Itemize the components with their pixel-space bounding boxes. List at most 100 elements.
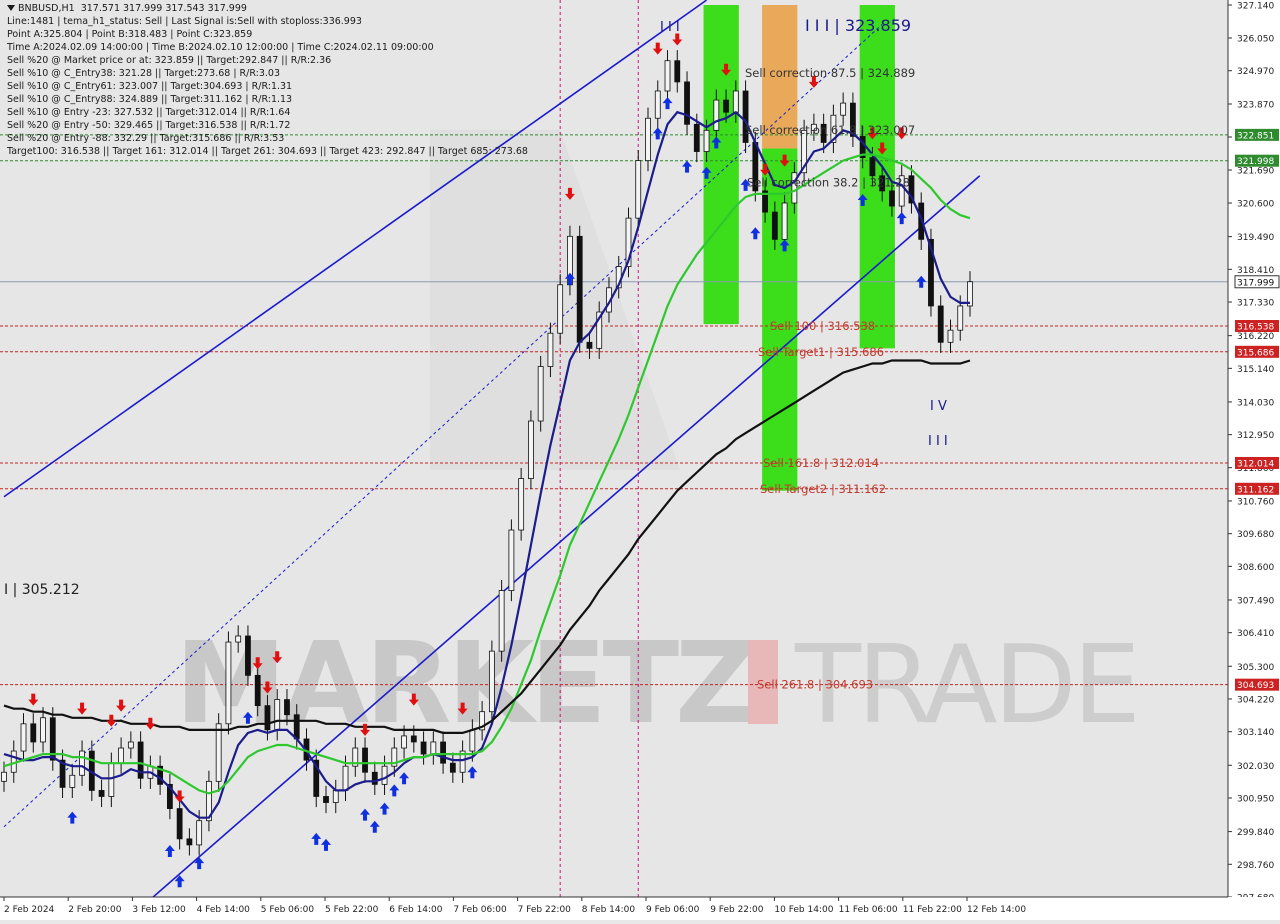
- info-line: Sell %10 @ C_Entry38: 321.28 || Target:2…: [7, 68, 280, 79]
- price-tick-label: 326.050: [1237, 35, 1274, 45]
- candle: [99, 790, 104, 796]
- level-price-badge-label: 315.686: [1237, 348, 1274, 358]
- price-tick-label: 314.030: [1237, 398, 1274, 408]
- candle: [714, 100, 719, 130]
- candle: [431, 742, 436, 754]
- level-price-badge-label: 316.538: [1237, 323, 1274, 333]
- info-line: Sell %10 @ Entry -23: 327.532 || Target:…: [7, 107, 290, 118]
- candle: [109, 763, 114, 796]
- time-tick-label: 11 Feb 22:00: [903, 905, 962, 915]
- price-tick-label: 303.140: [1237, 728, 1274, 738]
- candle: [558, 285, 563, 333]
- level-price-badge-label: 312.014: [1237, 459, 1274, 469]
- info-line: Line:1481 | tema_h1_status: Sell | Last …: [7, 16, 362, 27]
- candle: [665, 61, 670, 91]
- candle: [21, 724, 26, 751]
- price-tick-label: 302.030: [1237, 762, 1274, 772]
- time-tick-label: 9 Feb 06:00: [646, 905, 700, 915]
- info-line: Sell %10 @ C_Entry61: 323.007 || Target:…: [7, 81, 292, 92]
- current-price-badge-label: 317.999: [1237, 278, 1274, 288]
- price-tick-label: 305.300: [1237, 663, 1274, 673]
- symbol-label: BNBUSD,H1: [18, 3, 75, 14]
- wave-label: I V: [930, 399, 947, 414]
- price-tick-label: 321.690: [1237, 167, 1274, 177]
- price-tick-label: 324.970: [1237, 67, 1274, 77]
- time-tick-label: 6 Feb 14:00: [389, 905, 443, 915]
- time-tick-label: 10 Feb 14:00: [774, 905, 833, 915]
- candle: [411, 736, 416, 742]
- candle: [538, 367, 543, 422]
- time-tick-label: 12 Feb 14:00: [967, 905, 1026, 915]
- candle: [284, 700, 289, 715]
- candle: [80, 751, 85, 775]
- time-tick-label: 9 Feb 22:00: [710, 905, 764, 915]
- candle: [441, 742, 446, 763]
- candle: [41, 718, 46, 742]
- level-text: Sell Target2 | 311.162: [760, 482, 886, 496]
- price-tick-label: 309.680: [1237, 530, 1274, 540]
- candle: [655, 91, 660, 118]
- symbol-icon: [7, 5, 15, 11]
- candle: [958, 306, 963, 330]
- time-tick-label: 8 Feb 14:00: [582, 905, 636, 915]
- level-text: Sell Target1 | 315.686: [758, 345, 884, 359]
- candle: [499, 591, 504, 652]
- level-text: Sell 100 | 316.538: [770, 319, 875, 333]
- candle: [2, 772, 7, 781]
- time-tick-label: 2 Feb 20:00: [68, 905, 122, 915]
- candle: [294, 715, 299, 739]
- watermark-left: MARKETZ: [175, 619, 752, 749]
- time-axis-background: [0, 897, 1280, 920]
- price-tick-label: 312.950: [1237, 431, 1274, 441]
- time-tick-label: 2 Feb 2024: [4, 905, 55, 915]
- candle: [450, 763, 455, 772]
- wave-label: I I I | 323.859: [805, 16, 911, 35]
- price-tick-label: 316.220: [1237, 332, 1274, 342]
- time-tick-label: 7 Feb 06:00: [453, 905, 507, 915]
- info-line: Sell %20 @ Entry -50: 329.465 || Target:…: [7, 120, 290, 131]
- time-tick-label: 3 Feb 12:00: [132, 905, 186, 915]
- level-text: Sell correction 61.8 | 323.007: [745, 123, 915, 137]
- info-line: Sell %10 @ C_Entry88: 324.889 || Target:…: [7, 94, 292, 105]
- candle: [187, 839, 192, 845]
- candle: [489, 651, 494, 712]
- time-tick-label: 11 Feb 06:00: [839, 905, 898, 915]
- candle: [245, 636, 250, 675]
- candle: [275, 700, 280, 730]
- candle: [226, 642, 231, 724]
- price-tick-label: 299.840: [1237, 828, 1274, 838]
- candle: [31, 724, 36, 742]
- info-line: Target100: 316.538 || Target 161: 312.01…: [7, 146, 528, 157]
- candle: [694, 124, 699, 151]
- candle: [324, 796, 329, 802]
- price-tick-label: 318.410: [1237, 266, 1274, 276]
- candle: [636, 161, 641, 219]
- signal-zone: [704, 5, 739, 324]
- candle: [724, 100, 729, 112]
- level-price-badge-label: 311.162: [1237, 485, 1274, 495]
- price-tick-label: 327.140: [1237, 2, 1274, 12]
- wave-label: I I I: [928, 434, 948, 449]
- candle: [685, 82, 690, 124]
- candle: [421, 742, 426, 754]
- info-line: Sell %20 @ Entry -88: 332.29 || Target:3…: [7, 133, 284, 144]
- price-tick-label: 300.950: [1237, 794, 1274, 804]
- candle: [870, 158, 875, 176]
- candle: [772, 212, 777, 239]
- level-text: Sell correction 38.2 | 321.28: [747, 175, 910, 189]
- candle: [402, 736, 407, 748]
- candle: [646, 118, 651, 160]
- info-symbol-line: BNBUSD,H1 317.571 317.999 317.543 317.99…: [7, 3, 247, 14]
- price-tick-label: 320.600: [1237, 200, 1274, 210]
- info-line: Sell %20 @ Market price or at: 323.859 |…: [7, 55, 331, 66]
- candle: [841, 103, 846, 115]
- candle: [889, 191, 894, 206]
- level-text: Sell 261.8 | 304.693: [757, 678, 873, 692]
- wave-label: I | 305.212: [4, 582, 80, 598]
- candle: [119, 748, 124, 763]
- candle: [363, 748, 368, 772]
- time-tick-label: 7 Feb 22:00: [518, 905, 572, 915]
- candle: [197, 821, 202, 845]
- price-tick-label: 298.760: [1237, 861, 1274, 871]
- candle: [675, 61, 680, 82]
